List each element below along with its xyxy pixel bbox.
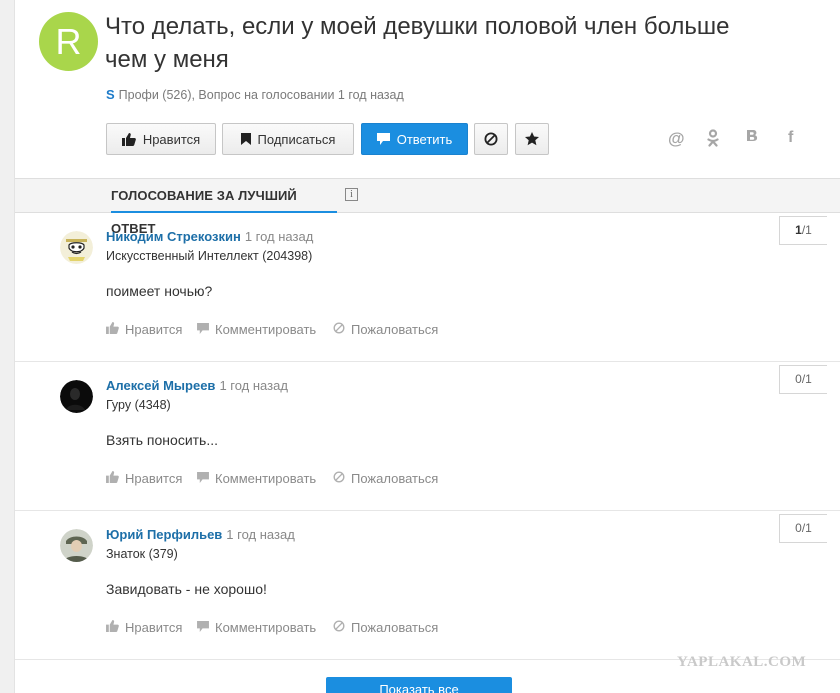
answer-comment-label: Комментировать: [215, 471, 317, 486]
question-title: Что делать, если у моей девушки половой …: [105, 13, 730, 73]
answer-time: 1 год назад: [244, 229, 314, 244]
site-watermark: YAPLAKAL.COM: [677, 654, 807, 670]
vote-total: /1: [801, 521, 812, 535]
facebook-share-icon[interactable]: f: [788, 129, 793, 147]
answer-author-name[interactable]: Никодим Стрекозкин: [106, 229, 241, 244]
bookmark-icon: [240, 133, 251, 145]
answer-like-label: Нравится: [125, 322, 183, 337]
tab-bar: ГОЛОСОВАНИЕ ЗА ЛУЧШИЙ ОТВЕТ i: [15, 178, 840, 236]
block-icon: [484, 132, 498, 146]
report-icon: [333, 620, 345, 635]
answer-item: Никодим Стрекозкин 1 год назад Искусствен…: [15, 213, 840, 362]
vote-count: 1: [795, 223, 802, 237]
answer-time: 1 год назад: [226, 527, 295, 542]
thumbs-up-icon: [106, 620, 119, 635]
answer-author-avatar[interactable]: [60, 380, 93, 413]
report-icon: [333, 322, 345, 337]
answer-like-label: Нравится: [125, 620, 183, 635]
comment-icon: [197, 471, 209, 486]
answer-item: Юрий Перфильев 1 год назад Знаток (379) З…: [15, 511, 840, 660]
service-icon: S: [106, 87, 115, 102]
answer-like-button[interactable]: Нравится: [106, 322, 182, 337]
vote-count: 0: [795, 372, 802, 386]
answer-text: Взять поносить...: [106, 432, 219, 448]
comment-icon: [197, 322, 209, 337]
block-button[interactable]: [474, 123, 508, 155]
info-icon[interactable]: i: [345, 188, 358, 201]
thumbs-up-icon: [106, 471, 119, 486]
answer-comment-label: Комментировать: [215, 620, 317, 635]
answer-report-button[interactable]: Пожаловаться: [333, 322, 438, 337]
subscribe-button[interactable]: Подписаться: [222, 123, 354, 155]
show-all-button[interactable]: Показать все: [326, 677, 512, 693]
star-icon: [525, 132, 539, 146]
answer-comment-label: Комментировать: [215, 322, 317, 337]
report-icon: [333, 471, 345, 486]
vote-counter[interactable]: 1/1: [779, 216, 827, 245]
answer-author-rank: Знаток (379): [106, 547, 178, 561]
thumbs-up-icon: [121, 132, 136, 146]
answer-item: Алексей Мыреев 1 год назад Гуру (4348) Вз…: [15, 362, 840, 511]
answer-time: 1 год назад: [219, 378, 288, 393]
answer-comment-button[interactable]: Комментировать: [197, 322, 316, 337]
question-author-avatar[interactable]: R: [39, 12, 98, 71]
answer-author-name[interactable]: Алексей Мыреев: [106, 378, 215, 393]
vote-total: /1: [801, 223, 812, 237]
vote-counter[interactable]: 0/1: [779, 365, 827, 394]
answer-report-button[interactable]: Пожаловаться: [333, 620, 438, 635]
answer-comment-button[interactable]: Комментировать: [197, 620, 316, 635]
mail-share-icon[interactable]: @: [668, 129, 685, 149]
thumbs-up-icon: [106, 322, 119, 337]
answer-author-avatar[interactable]: [60, 231, 93, 264]
favorite-button[interactable]: [515, 123, 549, 155]
answer-report-label: Пожаловаться: [351, 620, 439, 635]
question-meta: S Профи (526), Вопрос на голосовании 1 го…: [106, 87, 404, 102]
question-meta-text: Профи (526), Вопрос на голосовании 1 год…: [118, 88, 404, 102]
answer-report-label: Пожаловаться: [351, 322, 439, 337]
odnoklassniki-share-icon[interactable]: [707, 129, 719, 152]
tab-voting[interactable]: ГОЛОСОВАНИЕ ЗА ЛУЧШИЙ ОТВЕТ: [111, 179, 337, 236]
answer-report-label: Пожаловаться: [351, 471, 439, 486]
answer-author-rank: Искусственный Интеллект (204398): [106, 249, 313, 263]
comment-icon: [376, 133, 390, 145]
vote-total: /1: [801, 372, 812, 386]
subscribe-button-label: Подписаться: [257, 131, 336, 147]
answer-text: поимеет ночью?: [106, 283, 213, 299]
comment-icon: [197, 620, 209, 635]
question-card: R Что делать, если у моей девушки полово…: [14, 0, 840, 693]
answer-author-rank: Гуру (4348): [106, 398, 171, 412]
vk-share-icon[interactable]: [746, 129, 759, 148]
like-button[interactable]: Нравится: [106, 123, 216, 155]
answer-report-button[interactable]: Пожаловаться: [333, 471, 438, 486]
answer-author-avatar[interactable]: [60, 529, 93, 562]
answer-like-label: Нравится: [125, 471, 183, 486]
answer-author: Никодим Стрекозкин 1 год назад: [106, 229, 313, 244]
answer-text: Завидовать - не хорошо!: [106, 581, 267, 597]
answer-like-button[interactable]: Нравится: [106, 471, 182, 486]
answer-author: Юрий Перфильев 1 год назад: [106, 527, 295, 542]
vote-count: 0: [795, 521, 802, 535]
answer-like-button[interactable]: Нравится: [106, 620, 182, 635]
answer-comment-button[interactable]: Комментировать: [197, 471, 316, 486]
answer-button[interactable]: Ответить: [361, 123, 468, 155]
answer-author: Алексей Мыреев 1 год назад: [106, 378, 288, 393]
like-button-label: Нравится: [142, 131, 201, 147]
vote-counter[interactable]: 0/1: [779, 514, 827, 543]
answer-button-label: Ответить: [396, 131, 453, 147]
answer-author-name[interactable]: Юрий Перфильев: [106, 527, 222, 542]
